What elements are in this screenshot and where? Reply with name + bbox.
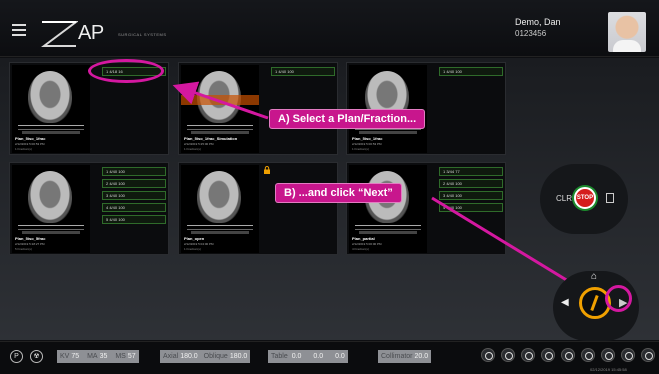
plan-fraction-count: 1 Fraction(s) [184,147,201,151]
stop-label: STOP [574,187,596,209]
timestamp: 02/12/2019 15:45:58 [590,367,627,372]
plan-name: Plan_5iso_1frac [15,136,46,141]
user-id: 0123456 [515,29,547,38]
tool-target-icon[interactable] [501,348,515,362]
collimator-value: 20.0 [414,353,429,360]
plan-workspace: Plan_5iso_1frac 2/12/2019 5:00:53 PM 1 F… [0,58,659,341]
previous-button[interactable]: ◀ [561,297,569,308]
callout-select-plan: A) Select a Plan/Fraction... [270,110,425,128]
fraction-list: 1 4/40 100 2 4/40 100 3 4/40 100 4 4/40 … [102,167,166,227]
ms-value: 57 [127,353,136,360]
ct-thumbnail: Plan_5iso_1frac 2/12/2019 5:00:53 PM 1 F… [349,65,427,153]
tool-screen-icon[interactable] [541,348,555,362]
plan-fraction-count: 5 Fraction(s) [15,247,32,251]
ct-thumbnail: Plan_5iso_5frac 2/12/2019 5:18:27 PM 5 F… [12,165,90,253]
plan-name: Plan_partial [352,236,375,241]
tool-refresh-icon[interactable] [561,348,575,362]
plan-card[interactable]: Plan_5iso_1frac_Simulation 2/12/2019 5:2… [178,62,338,155]
table-z-value: 0.0 [335,353,345,360]
ct-thumbnail: Plan_open 2/12/2019 5:04:00 PM 1 Fractio… [181,165,259,253]
ct-thumbnail: Plan_5iso_1frac 2/12/2019 5:00:53 PM 1 F… [12,65,90,153]
ma-value: 35 [99,353,108,360]
axial-value: 180.0 [180,353,198,360]
fraction-item[interactable]: 1 4/40 100 [439,67,503,76]
fraction-item[interactable]: 1 3/44 77 [439,167,503,176]
highlight-ring-fraction [88,59,164,83]
ct-thumbnail: Plan_5iso_1frac_Simulation 2/12/2019 5:2… [181,65,259,153]
p-mode-button[interactable]: P [10,350,23,363]
fraction-item[interactable]: 1 4/40 100 [102,167,166,176]
tool-moon-icon[interactable] [641,348,655,362]
radiation-icon[interactable]: ☢ [30,350,43,363]
fraction-item[interactable]: 5 4/40 100 [102,215,166,224]
plan-date: 2/12/2019 5:00:00 PM [352,242,382,246]
dose-overlay [181,95,259,105]
fraction-item[interactable]: 2 4/40 100 [439,179,503,188]
plan-fraction-count: 1 Fraction(s) [184,247,201,251]
stop-button[interactable]: STOP [572,185,598,211]
zap-logo-icon [41,21,78,47]
fraction-list: 1 4/40 100 [271,67,335,79]
top-bar: AP SURGICAL SYSTEMS Demo, Dan 0123456 [0,0,659,57]
plan-name: Plan_5iso_5frac [15,236,46,241]
fraction-item[interactable]: 4 4/40 100 [102,203,166,212]
kv-value: 75 [71,353,80,360]
logo-text: AP [78,22,104,44]
status-bar: P ☢ KV 75 MA 35 MS 57 Axial 180.0 Oblique 180… [0,341,659,374]
tool-beam-icon[interactable] [581,348,595,362]
plan-fraction-count: 4 Fraction(s) [352,247,369,251]
tool-panel-icon[interactable] [621,348,635,362]
logo-subtitle: SURGICAL SYSTEMS [118,32,167,37]
clr-button[interactable]: CLR [556,194,572,203]
fraction-item[interactable]: 2 4/40 100 [102,179,166,188]
stop-panel: CLR STOP [540,164,628,234]
tool-search-icon[interactable] [521,348,535,362]
ct-thumbnail: Plan_partial 2/12/2019 5:00:00 PM 4 Frac… [349,165,427,253]
plan-date: 2/12/2019 5:18:27 PM [15,242,45,246]
fraction-item[interactable]: 3 4/40 100 [439,191,503,200]
table-x-value: 0.0 [291,353,302,360]
user-name: Demo, Dan [515,17,561,27]
plan-date: 2/12/2019 5:00:53 PM [352,142,382,146]
plan-fraction-count: 1 Fraction(s) [352,147,369,151]
exit-icon[interactable] [606,193,614,203]
lock-icon [264,166,270,174]
plan-card[interactable]: Plan_5iso_1frac 2/12/2019 5:00:53 PM 1 F… [346,62,506,155]
highlight-ring-next [605,285,632,312]
plan-card[interactable]: Plan_partial 2/12/2019 5:00:00 PM 4 Frac… [346,162,506,255]
gantry-readout: Axial 180.0 Oblique 180.0 [160,350,251,363]
fraction-item[interactable]: 3 4/40 100 [102,191,166,200]
menu-icon[interactable] [12,24,26,36]
plan-name: Plan_5iso_1frac [352,136,383,141]
table-y-value: 0.0 [313,353,324,360]
tool-camera-icon[interactable] [481,348,495,362]
plan-card[interactable]: Plan_open 2/12/2019 5:04:00 PM 1 Fractio… [178,162,338,255]
plan-fraction-count: 1 Fraction(s) [15,147,32,151]
tool-resize-icon[interactable] [601,348,615,362]
plan-date: 2/12/2019 5:00:53 PM [15,142,45,146]
avatar[interactable] [608,12,646,52]
oblique-value: 180.0 [229,353,248,360]
fraction-list: 1 4/40 100 [439,67,503,79]
fraction-item[interactable]: 1 4/40 100 [271,67,335,76]
beam-readout: KV 75 MA 35 MS 57 [57,350,139,363]
plan-date: 2/12/2019 5:25:00 PM [184,142,214,146]
plan-name: Plan_open [184,236,205,241]
collimator-readout: Collimator 20.0 [378,350,432,363]
plan-card[interactable]: Plan_5iso_5frac 2/12/2019 5:18:27 PM 5 F… [9,162,169,255]
callout-click-next: B) ...and click “Next” [276,184,401,202]
plan-date: 2/12/2019 5:04:00 PM [184,242,214,246]
home-icon[interactable]: ⌂ [591,271,597,282]
table-readout: Table 0.0 0.0 0.0 [268,350,348,363]
plan-name: Plan_5iso_1frac_Simulation [184,136,238,141]
fraction-item[interactable]: 4 4/40 100 [439,203,503,212]
fraction-list: 1 3/44 77 2 4/40 100 3 4/40 100 4 4/40 1… [439,167,503,215]
